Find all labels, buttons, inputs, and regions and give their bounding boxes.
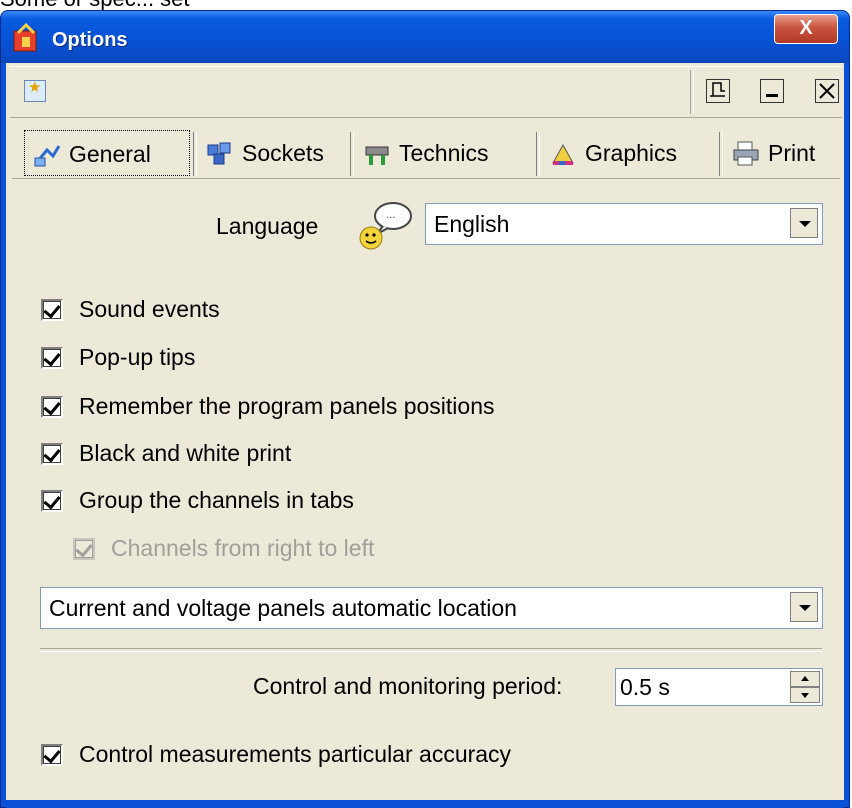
checkbox-label: Remember the program panels positions <box>79 393 495 419</box>
tab-divider <box>193 132 197 176</box>
star-icon[interactable]: ★ <box>24 79 46 102</box>
tab-general-label: General <box>69 141 151 167</box>
tab-divider <box>536 132 540 176</box>
spin-up-icon[interactable] <box>790 671 820 687</box>
svg-text:...: ... <box>386 210 396 221</box>
sockets-icon <box>207 142 231 165</box>
tab-technics[interactable]: Technics <box>355 130 533 176</box>
checkbox-checked[interactable] <box>41 396 63 418</box>
checkbox-label: Black and white print <box>79 440 292 466</box>
separator <box>40 648 822 652</box>
period-spinner[interactable]: 0.5 s <box>615 668 823 706</box>
panels-location-select[interactable]: Current and voltage panels automatic loc… <box>40 587 823 629</box>
chevron-down-icon[interactable] <box>790 208 818 238</box>
checkbox-checked[interactable] <box>41 299 63 321</box>
checkbox-label: Pop-up tips <box>79 344 196 370</box>
speech-balloon-icon: ... <box>359 202 412 250</box>
tab-graphics[interactable]: Graphics <box>541 130 717 176</box>
window-bottom-frame <box>6 800 844 808</box>
chevron-down-icon[interactable] <box>790 592 818 622</box>
tab-graphics-label: Graphics <box>585 140 678 166</box>
close-icon[interactable] <box>815 79 839 103</box>
language-select-value: English <box>434 211 510 237</box>
app-icon <box>13 23 37 52</box>
pin-icon[interactable] <box>706 79 730 103</box>
checkbox-label: Sound events <box>79 296 220 322</box>
spin-down-icon[interactable] <box>790 687 820 703</box>
checkbox-label: Control measurements particular accuracy <box>79 741 512 767</box>
spinner-buttons <box>790 671 820 703</box>
tab-print-label: Print <box>768 140 816 166</box>
period-label: Control and monitoring period: <box>253 673 563 699</box>
checkbox-checked[interactable] <box>41 744 63 766</box>
panels-location-value: Current and voltage panels automatic loc… <box>49 595 517 621</box>
general-tab-icon <box>34 145 61 167</box>
tab-general[interactable]: General <box>24 130 190 176</box>
checkbox-checked[interactable] <box>41 490 63 512</box>
tab-sockets-label: Sockets <box>242 140 324 166</box>
language-label: Language <box>216 213 319 239</box>
checkbox-checked-disabled <box>73 538 95 560</box>
title-bar[interactable] <box>1 11 849 63</box>
printer-icon <box>733 141 759 166</box>
checkbox-label: Group the channels in tabs <box>79 487 354 513</box>
tab-technics-label: Technics <box>399 140 489 166</box>
window-title: Options <box>52 29 128 51</box>
language-select[interactable]: English <box>425 203 823 245</box>
tab-panel-border <box>12 178 840 179</box>
tab-print[interactable]: Print <box>724 130 840 176</box>
tab-divider <box>719 132 723 176</box>
checkbox-label: Channels from right to left <box>111 535 375 561</box>
tab-sockets[interactable]: Sockets <box>198 130 348 176</box>
tab-divider <box>350 132 354 176</box>
graphics-icon <box>552 143 574 165</box>
period-value[interactable]: 0.5 s <box>620 669 670 705</box>
checkbox-checked[interactable] <box>41 347 63 369</box>
window-close-button[interactable]: X <box>774 14 838 44</box>
checkbox-checked[interactable] <box>41 443 63 465</box>
toolbar-separator <box>690 70 694 114</box>
minimize-icon[interactable] <box>760 79 784 103</box>
technics-icon <box>365 146 389 165</box>
